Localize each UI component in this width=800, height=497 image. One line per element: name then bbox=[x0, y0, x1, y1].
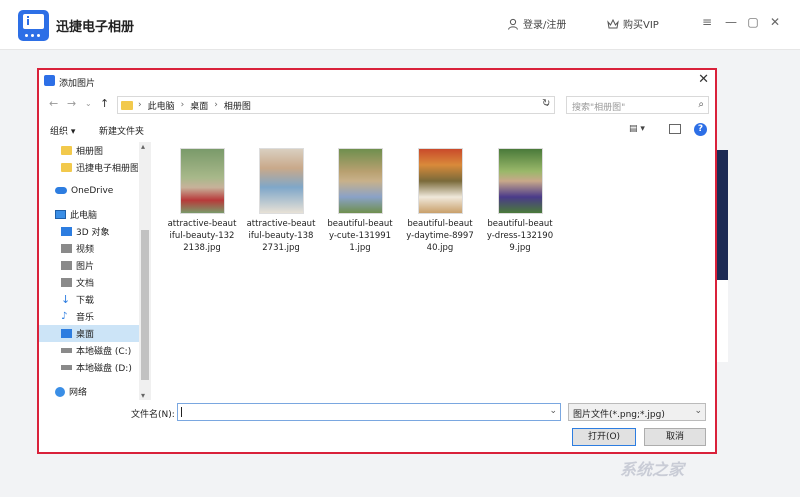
folder-icon bbox=[61, 146, 72, 155]
text-caret bbox=[181, 407, 182, 417]
file-name: beautiful-beauty-daytime-899740.jpg bbox=[406, 219, 474, 253]
open-button[interactable]: 打开(O) bbox=[572, 428, 636, 446]
desktop-icon bbox=[61, 329, 72, 338]
watermark: 系统之家 bbox=[620, 460, 685, 479]
help-icon[interactable]: ? bbox=[694, 123, 707, 136]
drive-icon bbox=[61, 365, 72, 370]
nav-item-videos[interactable]: 视频 bbox=[39, 240, 139, 257]
file-item[interactable]: beautiful-beauty-daytime-899740.jpg bbox=[405, 148, 475, 254]
breadcrumb-this-pc[interactable]: 此电脑 bbox=[148, 99, 175, 112]
nav-item-this-pc[interactable]: 此电脑 bbox=[39, 206, 139, 223]
close-icon[interactable]: ✕ bbox=[768, 15, 782, 29]
video-icon bbox=[61, 244, 72, 253]
filename-dropdown-icon[interactable]: ⌄ bbox=[549, 406, 557, 416]
nav-item-3d-objects[interactable]: 3D 对象 bbox=[39, 223, 139, 240]
background-panel-lower bbox=[716, 280, 728, 362]
user-icon bbox=[508, 18, 518, 30]
app-logo bbox=[18, 10, 49, 41]
nav-item-album[interactable]: 相册图 bbox=[39, 142, 139, 159]
search-box[interactable]: 搜索"相册图" ⌕ bbox=[566, 96, 709, 114]
search-icon: ⌕ bbox=[698, 99, 704, 110]
file-name: attractive-beautiful-beauty-1382731.jpg bbox=[246, 219, 316, 253]
filetype-value: 图片文件(*.png;*.jpg) bbox=[573, 410, 665, 420]
file-name: attractive-beautiful-beauty-1322138.jpg bbox=[167, 219, 237, 253]
maximize-icon[interactable]: ▢ bbox=[746, 15, 760, 29]
organize-menu[interactable]: 组织 ▾ bbox=[50, 124, 75, 137]
image-thumbnail bbox=[179, 148, 225, 214]
dialog-close-icon[interactable]: ✕ bbox=[698, 72, 709, 87]
nav-item-downloads[interactable]: ↓ 下载 bbox=[39, 291, 139, 308]
drive-icon bbox=[61, 348, 72, 353]
filename-label: 文件名(N): bbox=[131, 410, 175, 420]
menu-icon[interactable]: ≡ bbox=[700, 15, 714, 29]
scroll-up-icon[interactable]: ▴ bbox=[141, 142, 145, 151]
image-thumbnail bbox=[337, 148, 383, 214]
app-title: 迅捷电子相册 bbox=[56, 20, 135, 35]
address-bar[interactable]: › 此电脑 › 桌面 › 相册图 ⌄ bbox=[117, 96, 555, 114]
picture-icon bbox=[61, 261, 72, 270]
scrollbar-thumb[interactable] bbox=[141, 230, 149, 380]
forward-arrow-icon[interactable]: → bbox=[67, 97, 76, 110]
login-register-label: 登录/注册 bbox=[523, 20, 567, 31]
nav-item-pictures[interactable]: 图片 bbox=[39, 257, 139, 274]
nav-item-documents[interactable]: 文档 bbox=[39, 274, 139, 291]
background-panel bbox=[716, 150, 728, 280]
nav-pane-scrollbar[interactable]: ▴ ▾ bbox=[139, 142, 151, 400]
dialog-titlebar: 添加图片 ✕ bbox=[39, 70, 715, 92]
image-thumbnail bbox=[497, 148, 543, 214]
buy-vip-label: 购买VIP bbox=[623, 20, 659, 31]
music-icon: ♪ bbox=[61, 311, 68, 322]
cube-icon bbox=[61, 227, 72, 236]
file-item[interactable]: attractive-beautiful-beauty-1382731.jpg bbox=[246, 148, 316, 254]
filename-input[interactable]: ⌄ bbox=[177, 403, 561, 421]
file-name: beautiful-beauty-cute-1319911.jpg bbox=[327, 219, 393, 253]
nav-item-music[interactable]: ♪ 音乐 bbox=[39, 308, 139, 325]
filetype-select[interactable]: 图片文件(*.png;*.jpg) ⌄ bbox=[568, 403, 706, 421]
scroll-down-icon[interactable]: ▾ bbox=[141, 391, 145, 400]
nav-item-drive-d[interactable]: 本地磁盘 (D:) bbox=[39, 359, 139, 376]
app-header: 迅捷电子相册 登录/注册 购买VIP ≡ — ▢ ✕ bbox=[0, 0, 800, 50]
minimize-icon[interactable]: — bbox=[724, 15, 738, 29]
nav-item-drive-c[interactable]: 本地磁盘 (C:) bbox=[39, 342, 139, 359]
refresh-icon[interactable]: ↻ bbox=[542, 98, 550, 109]
view-options-icon[interactable]: ▤ ▾ bbox=[629, 124, 645, 134]
dialog-app-icon bbox=[44, 75, 55, 86]
navigation-pane: 相册图 迅捷电子相册图 OneDrive 此电脑 3D 对象 视频 图片 文档 … bbox=[39, 142, 151, 400]
search-placeholder: 搜索"相册图" bbox=[572, 103, 626, 113]
nav-item-album-2[interactable]: 迅捷电子相册图 bbox=[39, 159, 139, 176]
file-item[interactable]: beautiful-beauty-dress-1321909.jpg bbox=[485, 148, 555, 254]
breadcrumb-desktop[interactable]: 桌面 bbox=[190, 99, 208, 112]
crown-icon bbox=[607, 18, 619, 28]
folder-icon bbox=[61, 163, 72, 172]
add-picture-dialog: 添加图片 ✕ ← → ⌄ ↑ › 此电脑 › 桌面 › 相册图 ⌄ ↻ 搜索"相… bbox=[37, 68, 717, 454]
file-item[interactable]: attractive-beautiful-beauty-1322138.jpg bbox=[167, 148, 237, 254]
dialog-title: 添加图片 bbox=[59, 79, 96, 89]
nav-item-desktop[interactable]: 桌面 bbox=[39, 325, 139, 342]
recent-chevron-icon[interactable]: ⌄ bbox=[85, 99, 92, 108]
navigation-bar: ← → ⌄ ↑ › 此电脑 › 桌面 › 相册图 ⌄ ↻ 搜索"相册图" ⌕ bbox=[39, 94, 715, 116]
document-icon bbox=[61, 278, 72, 287]
download-icon: ↓ bbox=[61, 293, 71, 306]
login-register-button[interactable]: 登录/注册 bbox=[507, 16, 566, 31]
file-item[interactable]: beautiful-beauty-cute-1319911.jpg bbox=[325, 148, 395, 254]
dialog-toolbar: 组织 ▾ 新建文件夹 ▤ ▾ ? bbox=[39, 120, 715, 140]
preview-pane-icon[interactable] bbox=[669, 124, 681, 134]
back-arrow-icon[interactable]: ← bbox=[49, 97, 58, 110]
image-thumbnail bbox=[258, 148, 304, 214]
cancel-button[interactable]: 取消 bbox=[644, 428, 706, 446]
image-thumbnail bbox=[417, 148, 463, 214]
cloud-icon bbox=[55, 187, 67, 194]
filetype-dropdown-icon: ⌄ bbox=[694, 406, 702, 416]
nav-item-onedrive[interactable]: OneDrive bbox=[39, 182, 139, 199]
folder-icon bbox=[121, 100, 133, 110]
buy-vip-button[interactable]: 购买VIP bbox=[607, 16, 659, 31]
network-icon bbox=[55, 386, 65, 397]
file-name: beautiful-beauty-dress-1321909.jpg bbox=[486, 219, 554, 253]
computer-icon bbox=[55, 210, 66, 219]
nav-item-network[interactable]: 网络 bbox=[39, 383, 139, 400]
breadcrumb-album-folder[interactable]: 相册图 bbox=[224, 99, 251, 112]
new-folder-button[interactable]: 新建文件夹 bbox=[99, 124, 144, 137]
up-arrow-icon[interactable]: ↑ bbox=[100, 97, 109, 110]
